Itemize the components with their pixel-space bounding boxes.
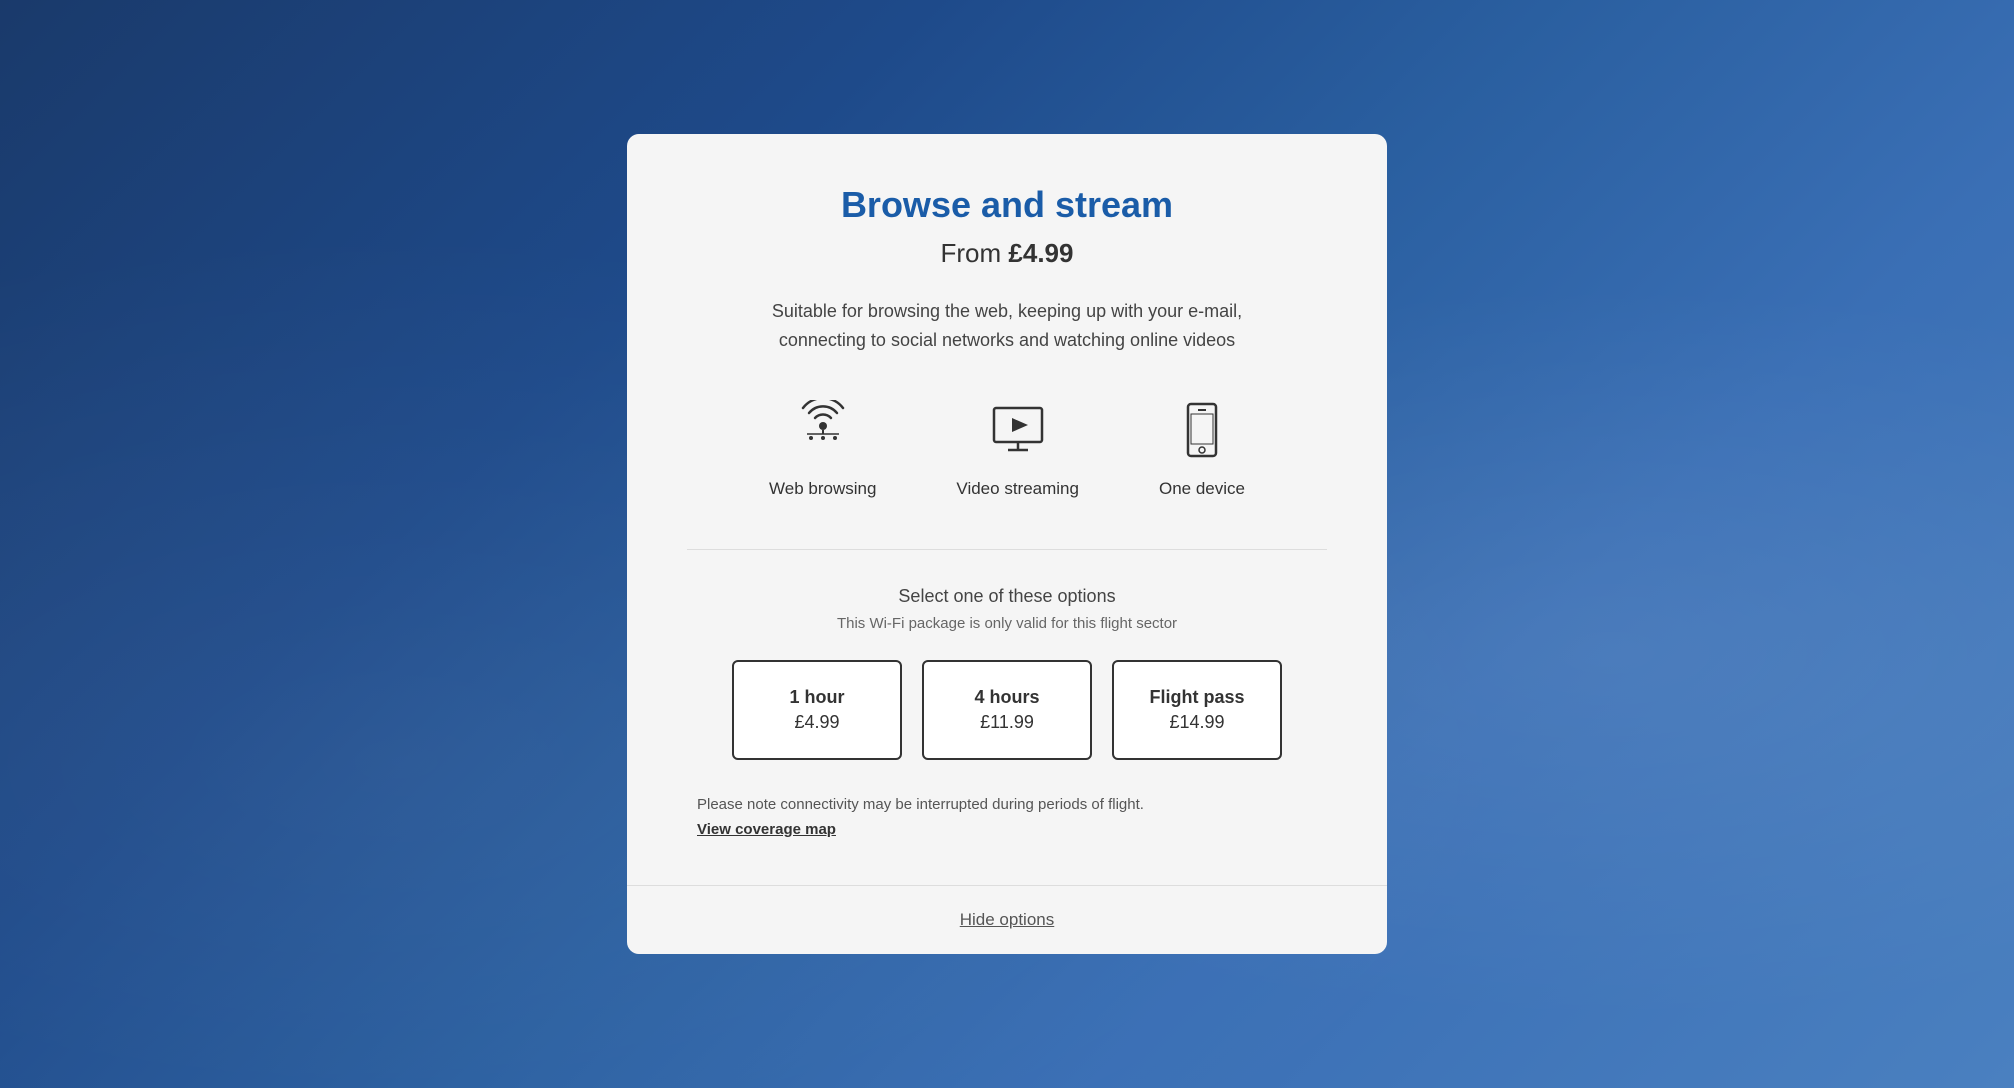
option-1hour[interactable]: 1 hour £4.99 — [732, 660, 902, 760]
option-4hours[interactable]: 4 hours £11.99 — [922, 660, 1092, 760]
modal-price: From £4.99 — [941, 238, 1074, 269]
price-value: £4.99 — [1008, 238, 1073, 268]
video-streaming-label: Video streaming — [956, 479, 1079, 499]
options-row: 1 hour £4.99 4 hours £11.99 Flight pass … — [732, 660, 1282, 760]
video-streaming-icon — [983, 395, 1053, 465]
divider — [687, 549, 1327, 550]
feature-one-device: One device — [1159, 395, 1245, 499]
features-row: Web browsing Video streaming — [769, 395, 1245, 499]
modal-footer: Hide options — [627, 885, 1387, 954]
option-flight-pass-duration: Flight pass — [1149, 687, 1244, 708]
connectivity-note: Please note connectivity may be interrup… — [697, 796, 1317, 813]
option-1hour-duration: 1 hour — [789, 687, 844, 708]
option-4hours-price: £11.99 — [980, 712, 1034, 733]
browse-stream-modal: Browse and stream From £4.99 Suitable fo… — [627, 134, 1387, 954]
option-1hour-price: £4.99 — [794, 712, 839, 733]
one-device-icon — [1167, 395, 1237, 465]
modal-title: Browse and stream — [841, 184, 1173, 226]
modal-description: Suitable for browsing the web, keeping u… — [727, 297, 1287, 355]
option-flight-pass[interactable]: Flight pass £14.99 — [1112, 660, 1282, 760]
web-browsing-icon — [788, 395, 858, 465]
feature-video-streaming: Video streaming — [956, 395, 1079, 499]
web-browsing-label: Web browsing — [769, 479, 876, 499]
select-title: Select one of these options — [898, 586, 1115, 607]
coverage-map-link[interactable]: View coverage map — [697, 821, 836, 838]
feature-web-browsing: Web browsing — [769, 395, 876, 499]
note-section: Please note connectivity may be interrup… — [687, 796, 1327, 874]
one-device-label: One device — [1159, 479, 1245, 499]
option-4hours-duration: 4 hours — [974, 687, 1039, 708]
price-prefix: From — [941, 238, 1009, 268]
select-subtitle: This Wi-Fi package is only valid for thi… — [837, 615, 1177, 632]
option-flight-pass-price: £14.99 — [1169, 712, 1224, 733]
hide-options-button[interactable]: Hide options — [960, 910, 1055, 930]
